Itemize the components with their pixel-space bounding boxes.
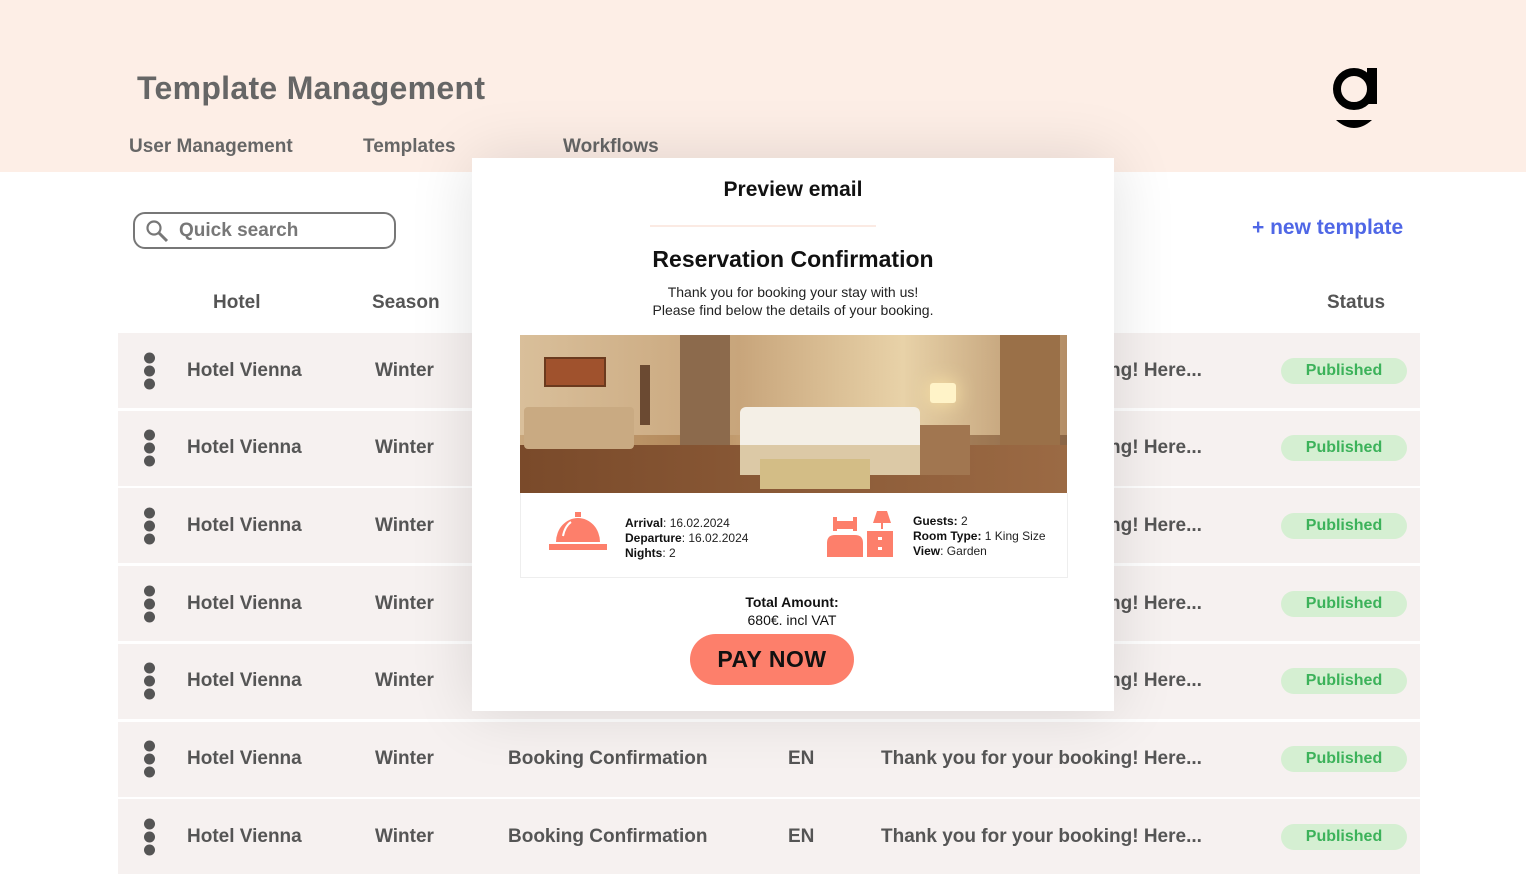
more-options-icon[interactable] <box>144 816 156 857</box>
reception-bell-icon <box>549 512 607 550</box>
page-title: Template Management <box>137 70 486 106</box>
intro-line-1: Thank you for booking your stay with us! <box>667 284 919 300</box>
hotel-room-image <box>520 335 1067 493</box>
search-placeholder: Quick search <box>179 219 299 241</box>
more-options-icon[interactable] <box>144 428 156 469</box>
more-options-icon[interactable] <box>144 583 156 624</box>
hotel-cell: Hotel Vienna <box>187 592 302 614</box>
season-cell: Winter <box>375 592 434 614</box>
new-template-button[interactable]: + new template <box>1252 216 1403 240</box>
language-cell: EN <box>788 825 815 847</box>
search-input[interactable]: Quick search <box>133 212 396 249</box>
intro-line-2: Please find below the details of your bo… <box>652 302 934 318</box>
hotel-cell: Hotel Vienna <box>187 359 302 381</box>
email-heading: Reservation Confirmation <box>652 246 934 272</box>
email-intro: Thank you for booking your stay with us!… <box>484 283 1102 319</box>
status-badge: Published <box>1281 823 1407 850</box>
more-options-icon[interactable] <box>144 739 156 780</box>
total-amount: Total Amount: 680€. incl VAT <box>496 593 1088 629</box>
more-options-icon[interactable] <box>144 505 156 546</box>
table-row[interactable]: Hotel Vienna Winter Booking Confirmation… <box>118 799 1420 874</box>
hotel-cell: Hotel Vienna <box>187 514 302 536</box>
search-icon <box>146 219 169 242</box>
preview-cell: Thank you for your booking! Here... <box>881 825 1202 847</box>
status-badge: Published <box>1281 746 1407 772</box>
logo-icon <box>1333 68 1377 128</box>
stay-dates: Arrival: 16.02.2024 Departure: 16.02.202… <box>625 516 749 560</box>
status-badge: Published <box>1281 668 1407 695</box>
preview-email-modal: Preview email Reservation Confirmation T… <box>472 158 1114 711</box>
divider <box>650 225 876 227</box>
table-row[interactable]: Hotel Vienna Winter Booking Confirmation… <box>118 721 1420 797</box>
season-cell: Winter <box>375 437 434 459</box>
status-badge: Published <box>1281 590 1407 617</box>
booking-details: Arrival: 16.02.2024 Departure: 16.02.202… <box>520 493 1068 578</box>
status-badge: Published <box>1281 357 1407 384</box>
more-options-icon[interactable] <box>144 350 156 391</box>
hotel-cell: Hotel Vienna <box>187 437 302 459</box>
total-label: Total Amount: <box>745 594 839 610</box>
pay-now-button[interactable]: PAY NOW <box>690 634 854 685</box>
template-cell: Booking Confirmation <box>508 825 708 847</box>
nav-user-management[interactable]: User Management <box>129 136 293 158</box>
more-options-icon[interactable] <box>144 661 156 702</box>
bed-and-nightstand-icon <box>827 511 893 557</box>
modal-title: Preview email <box>723 178 863 201</box>
nav-templates[interactable]: Templates <box>363 136 456 158</box>
season-cell: Winter <box>375 748 434 769</box>
hotel-cell: Hotel Vienna <box>187 670 302 692</box>
column-header-status[interactable]: Status <box>1327 292 1385 314</box>
status-badge: Published <box>1281 435 1407 462</box>
hotel-cell: Hotel Vienna <box>187 825 302 847</box>
status-badge: Published <box>1281 512 1407 539</box>
column-header-season[interactable]: Season <box>372 292 440 314</box>
season-cell: Winter <box>375 514 434 536</box>
room-info: Guests: 2 Room Type: 1 King Size View: G… <box>913 514 1046 558</box>
season-cell: Winter <box>375 359 434 381</box>
nav-workflows[interactable]: Workflows <box>563 136 659 158</box>
hotel-cell: Hotel Vienna <box>187 748 302 769</box>
app-header: Template Management User Management Temp… <box>0 0 1526 172</box>
preview-cell: Thank you for your booking! Here... <box>881 748 1202 769</box>
season-cell: Winter <box>375 670 434 692</box>
column-header-hotel[interactable]: Hotel <box>213 292 261 314</box>
total-value: 680€. incl VAT <box>747 612 837 628</box>
language-cell: EN <box>788 748 815 769</box>
season-cell: Winter <box>375 825 434 847</box>
template-cell: Booking Confirmation <box>508 748 708 769</box>
